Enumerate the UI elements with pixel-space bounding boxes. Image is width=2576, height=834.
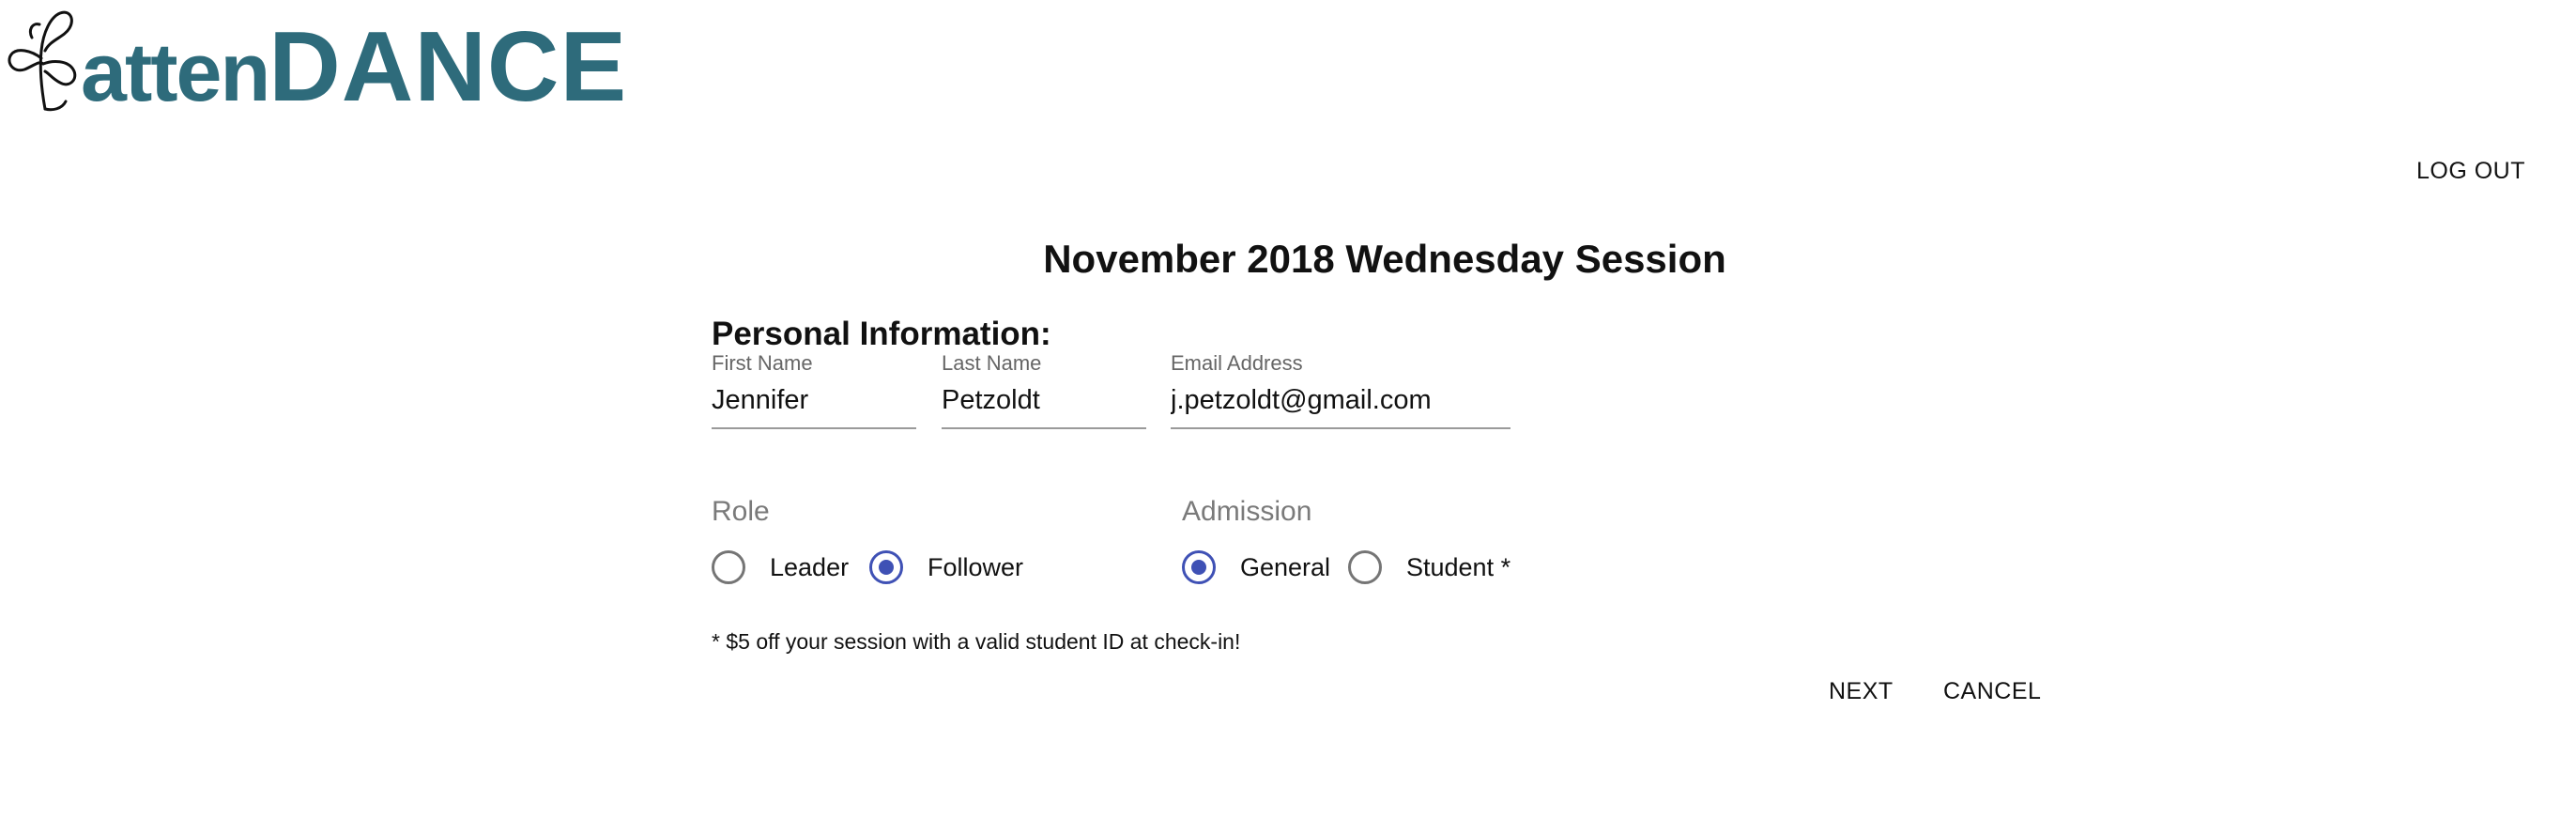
role-option-leader[interactable]: Leader	[712, 550, 849, 584]
last-name-input[interactable]	[942, 385, 1146, 429]
last-name-label: Last Name	[942, 351, 1042, 375]
logout-button[interactable]: LOG OUT	[2416, 158, 2525, 185]
last-name-field-group: Last Name	[942, 351, 1146, 429]
swirl-logo-icon	[8, 10, 77, 112]
logo-suffix: DANCE	[268, 11, 628, 122]
radio-unchecked-icon[interactable]	[1348, 550, 1382, 584]
admission-label: Admission	[1182, 496, 1312, 527]
role-option-follower[interactable]: Follower	[869, 550, 1023, 584]
role-label: Role	[712, 496, 770, 527]
radio-unchecked-icon[interactable]	[712, 550, 745, 584]
radio-checked-icon[interactable]	[1182, 550, 1216, 584]
attendance-logo: attenDANCE	[4, 4, 627, 116]
admission-option-label: General	[1240, 552, 1331, 581]
admission-option-general[interactable]: General	[1182, 550, 1330, 584]
first-name-field-group: First Name	[712, 351, 916, 429]
radio-checked-icon[interactable]	[869, 550, 903, 584]
first-name-input[interactable]	[712, 385, 916, 429]
email-field-group: Email Address	[1171, 351, 1510, 429]
role-option-label: Leader	[770, 552, 850, 581]
logo-prefix: atten	[81, 25, 270, 118]
role-option-label: Follower	[928, 552, 1024, 581]
page-title: November 2018 Wednesday Session	[1043, 237, 1726, 281]
admission-option-student[interactable]: Student *	[1348, 550, 1510, 584]
first-name-label: First Name	[712, 351, 813, 375]
admission-option-label: Student *	[1406, 552, 1511, 581]
cancel-button[interactable]: CANCEL	[1943, 678, 2041, 705]
student-discount-note: * $5 off your session with a valid stude…	[712, 629, 1241, 654]
email-label: Email Address	[1171, 351, 1303, 375]
next-button[interactable]: NEXT	[1829, 678, 1894, 705]
logo-text: attenDANCE	[81, 17, 627, 116]
email-input[interactable]	[1171, 385, 1510, 429]
personal-info-heading: Personal Information:	[712, 316, 1051, 352]
